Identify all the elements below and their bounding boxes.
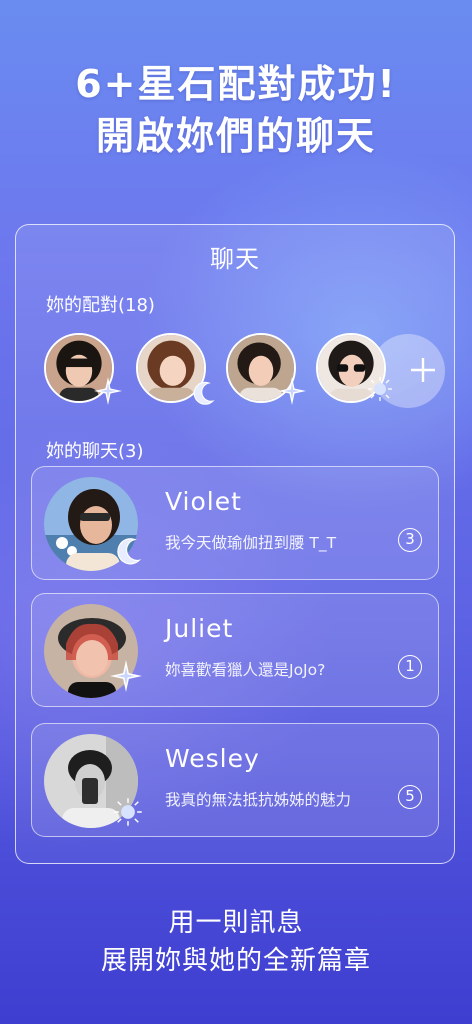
chats-count: (3) xyxy=(118,441,144,462)
sparkle-icon xyxy=(278,377,306,405)
matches-section-label: 妳的配對(18) xyxy=(46,291,155,317)
sun-icon xyxy=(114,798,142,826)
chat-last-message: 我真的無法抵抗姊姊的魅力 xyxy=(165,791,352,809)
unread-badge: 3 xyxy=(398,528,422,552)
moon-icon xyxy=(193,381,215,405)
headline-line-2: 開啟妳們的聊天 xyxy=(95,114,376,158)
unread-badge: 5 xyxy=(398,785,422,809)
matches-row xyxy=(44,333,445,413)
plus-icon xyxy=(411,358,435,382)
footer-tagline: 用一則訊息 展開妳與她的全新篇章 xyxy=(0,904,472,980)
panel-title: 聊天 xyxy=(210,245,260,273)
matches-count: (18) xyxy=(118,295,155,316)
chat-item-juliet[interactable]: Juliet 妳喜歡看獵人還是JoJo? 1 xyxy=(31,593,439,707)
chat-last-message: 妳喜歡看獵人還是JoJo? xyxy=(165,661,326,679)
sparkle-icon xyxy=(110,660,142,692)
chat-name: Wesley xyxy=(165,744,260,773)
chats-section-label: 妳的聊天(3) xyxy=(46,437,144,463)
headline-line-1: 6+星石配對成功! xyxy=(75,62,397,106)
footer-line-1: 用一則訊息 xyxy=(168,908,304,938)
chat-last-message: 我今天做瑜伽扭到腰 T_T xyxy=(165,534,337,552)
headline: 6+星石配對成功! 開啟妳們的聊天 xyxy=(0,58,472,162)
footer-line-2: 展開妳與她的全新篇章 xyxy=(100,946,371,976)
chat-panel: 聊天 妳的配對(18) 妳的聊天(3) Violet 我今天做瑜伽扭到腰 T_T… xyxy=(15,224,455,864)
unread-badge: 1 xyxy=(398,655,422,679)
chat-item-violet[interactable]: Violet 我今天做瑜伽扭到腰 T_T 3 xyxy=(31,466,439,580)
chat-name: Juliet xyxy=(165,614,234,643)
moon-icon xyxy=(117,538,142,565)
chat-item-wesley[interactable]: Wesley 我真的無法抵抗姊姊的魅力 5 xyxy=(31,723,439,837)
chat-name: Violet xyxy=(165,487,242,516)
sun-icon xyxy=(368,377,392,401)
sparkle-icon xyxy=(94,377,122,405)
chats-label: 妳的聊天 xyxy=(46,441,118,462)
matches-label: 妳的配對 xyxy=(46,295,118,316)
